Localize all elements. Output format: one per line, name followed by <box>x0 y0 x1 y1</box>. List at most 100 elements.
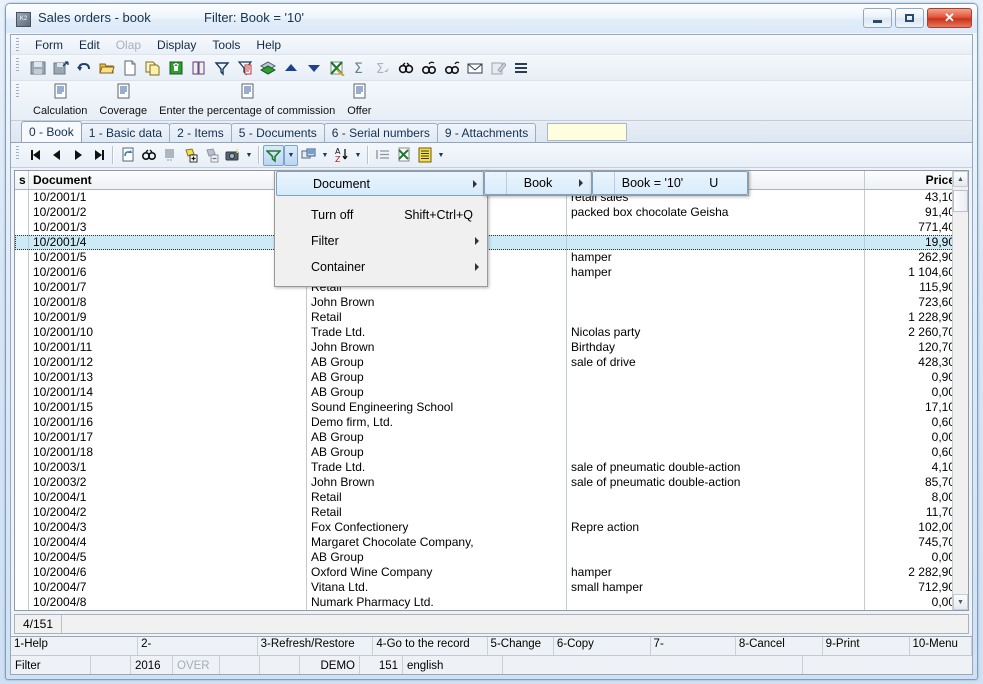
report-icon[interactable] <box>414 145 435 166</box>
table-row[interactable]: 10/2001/17AB Group0,00 <box>15 430 968 445</box>
scroll-up-icon[interactable]: ▲ <box>953 171 968 187</box>
table-row[interactable]: 10/2001/16Demo firm, Ltd.0,60 <box>15 415 968 430</box>
book-icon[interactable] <box>188 57 210 79</box>
filter-toggle-icon[interactable] <box>263 145 284 166</box>
table-row[interactable]: 10/2004/7Vitana Ltd.small hamper712,90 <box>15 580 968 595</box>
menu-item-form[interactable]: Form <box>27 37 71 53</box>
camera-dropdown-arrow[interactable]: ▼ <box>243 145 255 166</box>
add-record-icon[interactable] <box>180 145 201 166</box>
next-record-icon[interactable] <box>67 145 88 166</box>
find-prev-icon[interactable] <box>441 57 463 79</box>
table-row[interactable]: 10/2001/2packed box chocolate Geisha91,4… <box>15 205 968 220</box>
table-row[interactable]: 10/2001/3771,40 <box>15 220 968 235</box>
menu-item-display[interactable]: Display <box>149 37 204 53</box>
move-down-icon[interactable] <box>303 57 325 79</box>
function-key-8[interactable]: 8-Cancel <box>736 637 823 655</box>
tab-book[interactable]: 0 - Book <box>21 121 82 142</box>
menu-item-book[interactable]: Book <box>484 171 592 195</box>
column-header-price[interactable]: Price <box>865 171 959 189</box>
function-key-2[interactable]: 2- <box>138 637 258 655</box>
copy-icon[interactable] <box>142 57 164 79</box>
filter-icon[interactable] <box>211 57 233 79</box>
menu-item-turn-off[interactable]: Turn off Shift+Ctrl+Q <box>275 202 487 228</box>
table-row[interactable]: 10/2004/6Oxford Wine Companyhamper2 282,… <box>15 565 968 580</box>
grid-body[interactable]: 10/2001/1retail sales43,1010/2001/2packe… <box>15 190 968 610</box>
save-as-icon[interactable] <box>50 57 72 79</box>
table-row[interactable]: 10/2004/2Retail11,70 <box>15 505 968 520</box>
table-row[interactable]: 10/2004/8Numark Pharmacy Ltd.0,00 <box>15 595 968 610</box>
layers-icon[interactable] <box>257 57 279 79</box>
menu-item-tools[interactable]: Tools <box>204 37 248 53</box>
menu-grip[interactable] <box>16 38 19 52</box>
move-up-icon[interactable] <box>280 57 302 79</box>
report-dropdown-arrow[interactable]: ▼ <box>435 145 447 166</box>
sum-icon[interactable]: Σ <box>349 57 371 79</box>
subtotal-icon[interactable]: Σ <box>372 57 394 79</box>
column-header-document[interactable]: Document <box>29 171 307 189</box>
scrollbar-thumb[interactable] <box>953 190 968 212</box>
table-row[interactable]: 10/2001/7Retail115,90 <box>15 280 968 295</box>
filter-edit-icon[interactable] <box>234 57 256 79</box>
offer-button[interactable]: Offer <box>341 81 377 117</box>
group-dropdown-arrow[interactable]: ▼ <box>319 145 331 166</box>
record-toolbar-grip[interactable] <box>16 146 19 160</box>
column-header-s[interactable]: s <box>15 171 29 189</box>
sort-dropdown-arrow[interactable]: ▼ <box>352 145 364 166</box>
table-row[interactable]: 10/2001/6Shell U.K. Ltd.hamper1 104,60 <box>15 265 968 280</box>
menu-item-book-filter-value[interactable]: Book = '10' U <box>592 171 748 195</box>
last-record-icon[interactable] <box>88 145 109 166</box>
table-row[interactable]: 10/2004/5AB Group0,00 <box>15 550 968 565</box>
table-row[interactable]: 10/2003/1Trade Ltd.sale of pneumatic dou… <box>15 460 968 475</box>
commission-button[interactable]: Enter the percentage of commission <box>153 81 341 117</box>
filter-dropdown-arrow[interactable]: ▼ <box>284 145 298 166</box>
group-icon[interactable] <box>298 145 319 166</box>
previous-record-icon[interactable] <box>46 145 67 166</box>
function-key-9[interactable]: 9-Print <box>823 637 910 655</box>
function-key-10[interactable]: 10-Menu <box>910 637 973 655</box>
function-key-7[interactable]: 7- <box>651 637 736 655</box>
tab-serial-numbers[interactable]: 6 - Serial numbers <box>324 123 438 142</box>
table-row[interactable]: 10/2004/3Fox ConfectioneryRepre action10… <box>15 520 968 535</box>
table-row[interactable]: 10/2003/2John Brownsale of pneumatic dou… <box>15 475 968 490</box>
edit-note-icon[interactable] <box>487 57 509 79</box>
table-row[interactable]: 10/2001/11John BrownBirthday120,70 <box>15 340 968 355</box>
minimize-button[interactable] <box>863 8 892 28</box>
first-record-icon[interactable] <box>25 145 46 166</box>
search-input[interactable] <box>547 123 627 141</box>
table-row[interactable]: 10/2001/18AB Group0,60 <box>15 445 968 460</box>
tab-documents[interactable]: 5 - Documents <box>231 123 325 142</box>
function-key-3[interactable]: 3-Refresh/Restore <box>258 637 374 655</box>
table-row[interactable]: 10/2004/4Margaret Chocolate Company,745,… <box>15 535 968 550</box>
mail-icon[interactable] <box>464 57 486 79</box>
tab-attachments[interactable]: 9 - Attachments <box>437 123 536 142</box>
tab-items[interactable]: 2 - Items <box>169 123 232 142</box>
new-document-icon[interactable] <box>119 57 141 79</box>
save-icon[interactable] <box>27 57 49 79</box>
menu-item-edit[interactable]: Edit <box>71 37 108 53</box>
menu-item-filter[interactable]: Filter <box>275 228 487 254</box>
grid-vertical-scrollbar[interactable]: ▲ ▼ <box>952 171 968 610</box>
table-row[interactable]: 10/2001/12AB Groupsale of drive428,30 <box>15 355 968 370</box>
table-row[interactable]: 10/2001/14AB Group0,00 <box>15 385 968 400</box>
close-button[interactable]: ✕ <box>927 8 972 28</box>
table-row[interactable]: 10/2001/9Retail1 228,90 <box>15 310 968 325</box>
export-excel-icon[interactable] <box>326 57 348 79</box>
tab-basic-data[interactable]: 1 - Basic data <box>81 123 170 142</box>
camera-icon[interactable] <box>222 145 243 166</box>
table-row[interactable]: 10/2001/419,90 <box>15 235 968 250</box>
function-key-5[interactable]: 5-Change <box>488 637 554 655</box>
open-folder-icon[interactable] <box>96 57 118 79</box>
menu-lines-icon[interactable] <box>510 57 532 79</box>
table-row[interactable]: 10/2001/8John Brown723,60 <box>15 295 968 310</box>
scrollbar-track[interactable] <box>953 212 968 594</box>
menu-item-document[interactable]: Document <box>276 171 486 196</box>
table-row[interactable]: 10/2001/15Sound Engineering School17,10 <box>15 400 968 415</box>
table-row[interactable]: 10/2004/1Retail8,00 <box>15 490 968 505</box>
find-next-icon[interactable] <box>418 57 440 79</box>
find-record-icon[interactable] <box>138 145 159 166</box>
calculation-button[interactable]: Calculation <box>27 81 93 117</box>
sort-az-icon[interactable]: AZ <box>331 145 352 166</box>
maximize-button[interactable] <box>895 8 924 28</box>
scroll-down-icon[interactable]: ▼ <box>953 594 968 610</box>
table-row[interactable]: 10/2001/10Trade Ltd.Nicolas party2 260,7… <box>15 325 968 340</box>
